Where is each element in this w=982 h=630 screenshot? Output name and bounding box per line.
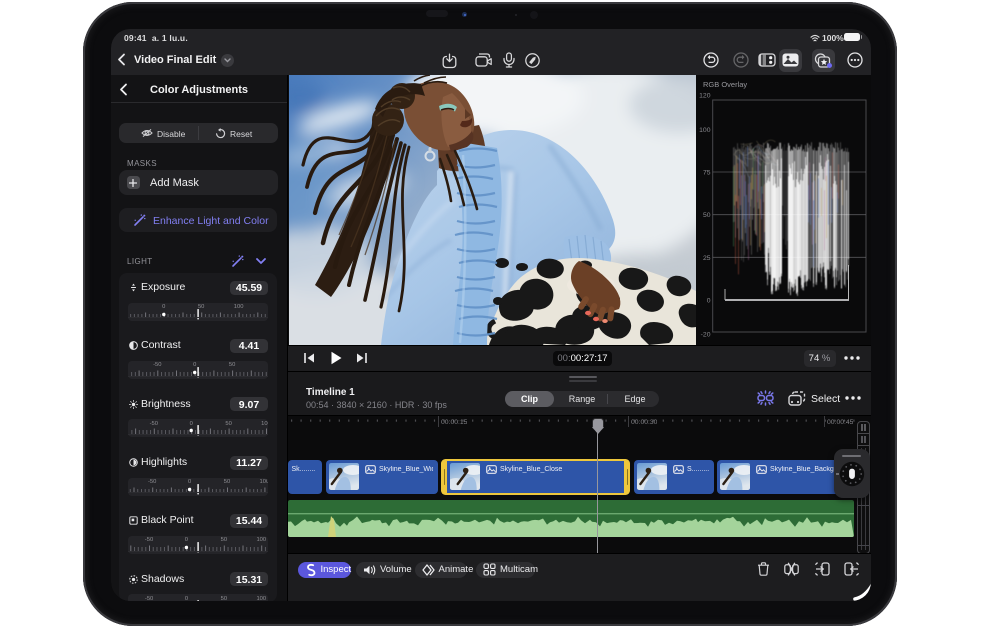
svg-text:100: 100 (699, 126, 711, 133)
svg-text:120: 120 (699, 92, 711, 99)
svg-text:50: 50 (703, 212, 711, 219)
svg-text:RGB Overlay: RGB Overlay (703, 80, 747, 89)
svg-text:25: 25 (703, 254, 711, 261)
svg-text:0: 0 (707, 297, 711, 304)
svg-text:-20: -20 (701, 331, 711, 338)
svg-text:75: 75 (703, 169, 711, 176)
